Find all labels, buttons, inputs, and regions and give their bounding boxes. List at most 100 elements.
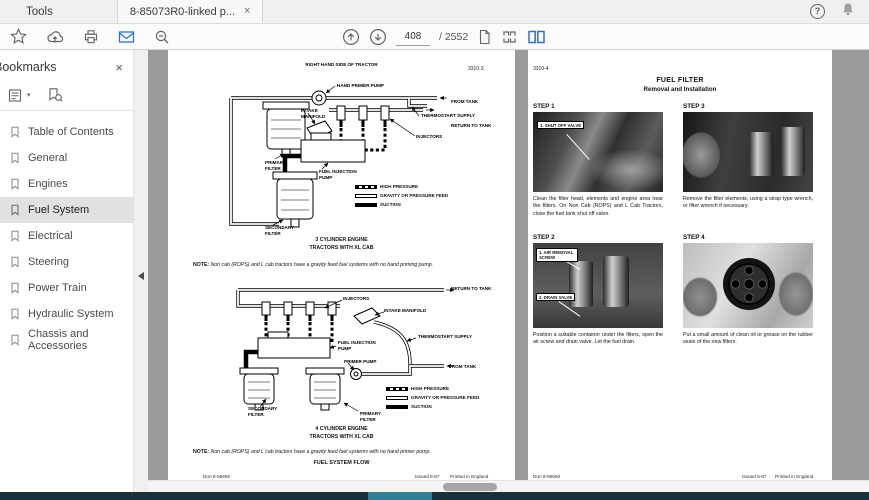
photo-callout: 2. DRAIN VALVE bbox=[536, 293, 575, 301]
legend-label: GRAVITY OR PRESSURE FEED bbox=[380, 193, 448, 198]
footer-code: Don 8-56650 bbox=[203, 474, 230, 479]
diagram-label-injectors: INJECTORS bbox=[343, 296, 369, 302]
single-page-icon bbox=[477, 29, 492, 45]
help-icon[interactable]: ? bbox=[810, 4, 825, 19]
star-icon bbox=[10, 28, 27, 45]
diagram-label-primary-filter: PRIMARY FILTER bbox=[265, 160, 291, 171]
taskbar-highlight[interactable] bbox=[368, 492, 432, 500]
sidebar-item-general[interactable]: General bbox=[0, 145, 133, 171]
tab-tools[interactable]: Tools bbox=[14, 0, 65, 23]
next-page-button[interactable] bbox=[369, 28, 387, 46]
legend-swatch-gravity bbox=[355, 194, 377, 198]
fuel-system-flow-title: FUEL SYSTEM FLOW bbox=[168, 460, 515, 466]
sidebar-item-label: Chassis and Accessories bbox=[28, 328, 133, 352]
diagram-label-from-tank: FROM TANK bbox=[451, 99, 478, 105]
arrow-down-circle-icon bbox=[369, 28, 387, 46]
tab-bar: Tools 8-85073R0-linked p... × ? bbox=[0, 0, 869, 24]
tab-document[interactable]: 8-85073R0-linked p... × bbox=[117, 0, 264, 23]
diagram-label-return-to-tank: RETURN TO TANK bbox=[451, 123, 491, 129]
legend-swatch-suction bbox=[355, 203, 377, 207]
two-page-view-button[interactable] bbox=[527, 29, 546, 45]
sidebar-item-hydraulic-system[interactable]: Hydraulic System bbox=[0, 301, 133, 327]
legend-label: HIGH PRESSURE bbox=[380, 184, 418, 189]
step3-photo bbox=[683, 112, 813, 192]
section-subtitle: Removal and Installation bbox=[528, 86, 832, 93]
photo-pointer-line bbox=[566, 134, 589, 160]
page-number: 3310-4 bbox=[533, 66, 549, 72]
step2-heading: STEP 2 bbox=[533, 234, 555, 241]
step2-text: Position a suitable container under the … bbox=[533, 332, 663, 347]
diagram-label-from-tank: FROM TANK bbox=[449, 364, 476, 370]
tab-tools-label: Tools bbox=[26, 6, 53, 18]
print-button[interactable] bbox=[83, 29, 99, 45]
step4-heading: STEP 4 bbox=[683, 234, 705, 241]
panel-close-icon[interactable]: × bbox=[115, 61, 123, 74]
note-1: NOTE: Non cab (ROPS) and L cab tractors … bbox=[193, 262, 498, 268]
bookmark-icon bbox=[10, 152, 20, 164]
panel-collapse-icon[interactable] bbox=[138, 272, 144, 280]
email-button[interactable] bbox=[118, 30, 135, 44]
step4-photo bbox=[683, 243, 813, 328]
legend-label: SUCTION bbox=[380, 202, 401, 207]
legend-label: GRAVITY OR PRESSURE FEED bbox=[411, 395, 479, 400]
two-page-view-icon bbox=[527, 29, 546, 45]
diagram-label-intake-manifold: INTAKE MANIFOLD bbox=[384, 308, 426, 314]
zoom-out-button[interactable] bbox=[154, 29, 170, 45]
sidebar-item-label: Electrical bbox=[28, 230, 73, 242]
tab-close-icon[interactable]: × bbox=[244, 6, 250, 17]
bookmark-options-button[interactable] bbox=[8, 88, 23, 103]
sidebar-item-label: Steering bbox=[28, 256, 69, 268]
sidebar-item-power-train[interactable]: Power Train bbox=[0, 275, 133, 301]
sidebar-item-fuel-system[interactable]: Fuel System bbox=[0, 197, 133, 223]
bell-icon[interactable] bbox=[841, 2, 855, 22]
note-label: NOTE: bbox=[193, 262, 209, 268]
diagram2-caption-line2: TRACTORS WITH XL CAB bbox=[168, 434, 515, 440]
document-canvas: 3310-3 RIGHT HAND SIDE OF TRACTOR bbox=[148, 50, 869, 492]
scrolling-view-button[interactable] bbox=[501, 29, 518, 45]
legend-swatch-high-pressure bbox=[386, 387, 408, 391]
fuel-filter-element bbox=[749, 132, 773, 176]
single-page-view-button[interactable] bbox=[477, 29, 492, 45]
share-button[interactable] bbox=[46, 29, 64, 45]
sidebar-item-electrical[interactable]: Electrical bbox=[0, 223, 133, 249]
scrollbar-thumb[interactable] bbox=[443, 483, 497, 491]
fuel-filter-element bbox=[603, 256, 629, 307]
legend-swatch-suction bbox=[386, 405, 408, 409]
bookmarks-title: Bookmarks bbox=[0, 60, 57, 74]
previous-page-button[interactable] bbox=[342, 28, 360, 46]
step2-photo: 1. AIR REMOVAL SCREW 2. DRAIN VALVE bbox=[533, 243, 663, 328]
star-button[interactable] bbox=[10, 28, 27, 45]
photo-callout: 1. SHUT OFF VALVE bbox=[537, 121, 584, 129]
bookmarks-panel: Bookmarks × ▾ Table of Contents General bbox=[0, 50, 133, 492]
note-text: Non cab (ROPS) and L cab tractors have a… bbox=[211, 449, 431, 455]
note-2: NOTE: Non cab (ROPS) and L cab tractors … bbox=[193, 449, 498, 455]
legend-swatch-high-pressure bbox=[355, 185, 377, 189]
diagram-label-secondary-filter: SECONDARY FILTER bbox=[248, 406, 280, 417]
diagram-label-thermostart-supply: THERMOSTART SUPPLY bbox=[421, 113, 475, 119]
expand-bookmarks-button[interactable] bbox=[47, 87, 63, 103]
sidebar-item-table-of-contents[interactable]: Table of Contents bbox=[0, 119, 133, 145]
sidebar-item-steering[interactable]: Steering bbox=[0, 249, 133, 275]
taskbar-edge[interactable] bbox=[0, 492, 869, 500]
sidebar-item-engines[interactable]: Engines bbox=[0, 171, 133, 197]
flow-legend: HIGH PRESSURE GRAVITY OR PRESSURE FEED S… bbox=[355, 182, 448, 209]
hand bbox=[683, 124, 727, 186]
horizontal-scrollbar[interactable] bbox=[148, 480, 869, 492]
diagram2-caption-line1: 4 CYLINDER ENGINE bbox=[168, 426, 515, 432]
bookmark-icon bbox=[10, 282, 20, 294]
bookmark-icon bbox=[10, 178, 20, 190]
sidebar-item-chassis-and-accessories[interactable]: Chassis and Accessories bbox=[0, 327, 133, 353]
page-number-input[interactable] bbox=[396, 28, 430, 46]
cloud-upload-icon bbox=[46, 29, 64, 45]
options-list-icon bbox=[8, 88, 23, 103]
footer-issued: Issued 5-87 bbox=[742, 474, 767, 479]
legend-label: HIGH PRESSURE bbox=[411, 386, 449, 391]
diagram-label-hand-primer-pump: HAND PRIMER PUMP bbox=[337, 83, 384, 89]
step1-heading: STEP 1 bbox=[533, 103, 555, 110]
step1-photo: 1. SHUT OFF VALVE bbox=[533, 112, 663, 192]
diagram1-caption-line2: TRACTORS WITH XL CAB bbox=[168, 245, 515, 251]
panel-splitter[interactable] bbox=[133, 50, 148, 492]
bookmarks-toolbar: ▾ bbox=[0, 80, 133, 111]
sidebar-item-label: Power Train bbox=[28, 282, 87, 294]
sidebar-item-label: General bbox=[28, 152, 67, 164]
